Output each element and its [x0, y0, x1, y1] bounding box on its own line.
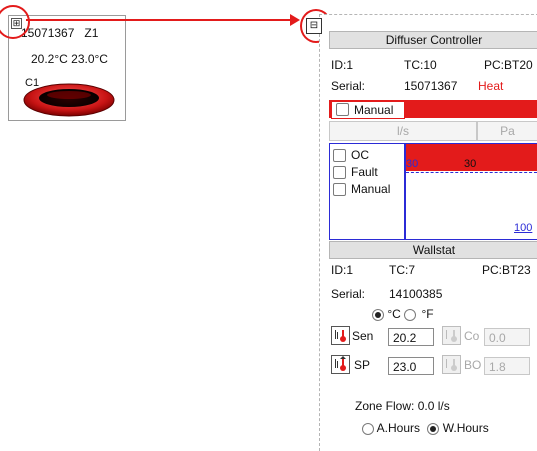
bo-input: 1.8 — [484, 357, 530, 375]
status-flags: OC Fault Manual — [329, 143, 405, 240]
wallstat-tc: TC:7 — [389, 263, 416, 277]
a-hours-label: A.Hours — [376, 421, 421, 435]
oc-checkbox[interactable] — [333, 149, 346, 163]
graph-label-left: 30 — [406, 158, 419, 170]
flag-fault[interactable]: Fault — [333, 165, 378, 180]
zone-flow: Zone Flow: 0.0 l/s — [355, 399, 450, 413]
flag-oc[interactable]: OC — [333, 148, 369, 163]
thermometer-icon[interactable] — [331, 326, 350, 345]
unit-radio-group: °C °F — [372, 307, 434, 321]
hours-radio-group: A.Hours W.Hours — [362, 421, 489, 435]
flag-manual[interactable]: Manual — [333, 182, 390, 197]
manual-checkbox[interactable] — [336, 103, 349, 117]
manual-toggle[interactable]: Manual — [331, 101, 405, 119]
diffuser-serial: 15071367 — [404, 79, 458, 93]
diffuser-id: ID:1 — [331, 58, 354, 72]
setpoint-icon[interactable] — [331, 355, 350, 374]
wallstat-id: ID:1 — [331, 263, 354, 277]
bo-label: BO — [464, 358, 482, 372]
w-hours-label: W.Hours — [442, 421, 489, 435]
diffuser-serial-label: Serial: — [331, 79, 366, 93]
unit-pa-button[interactable]: Pa — [477, 121, 537, 141]
diffuser-disc-icon — [23, 83, 115, 117]
sp-label: SP — [354, 358, 371, 372]
wallstat-serial-label: Serial: — [331, 287, 366, 301]
manual-label: Manual — [354, 102, 394, 117]
graph-label-mid: 30 — [464, 158, 477, 170]
airflow-graph: 30 30 100 — [405, 143, 537, 240]
collapse-icon[interactable]: ⊟ — [306, 18, 322, 34]
sen-label: Sen — [352, 329, 374, 343]
wallstat-serial: 14100385 — [389, 287, 443, 301]
w-hours-radio[interactable] — [427, 422, 440, 435]
wallstat-pc: PC:BT23 — [482, 263, 531, 277]
sen-input[interactable]: 20.2 — [388, 328, 434, 346]
sp-input[interactable]: 23.0 — [388, 357, 434, 375]
manual-flag-checkbox[interactable] — [333, 183, 346, 197]
fault-checkbox[interactable] — [333, 166, 346, 180]
unit-ls-button[interactable]: l/s — [329, 121, 477, 141]
celsius-radio[interactable] — [372, 308, 384, 321]
graph-label-bottom: 100 — [514, 222, 533, 234]
bo-setpoint-icon — [442, 355, 461, 374]
diffuser-pc: PC:BT20 — [484, 58, 533, 72]
fahrenheit-radio[interactable] — [404, 308, 417, 321]
co-input: 0.0 — [484, 328, 530, 346]
celsius-label: °C — [387, 307, 401, 321]
setpoint-line — [406, 172, 537, 173]
fahrenheit-label: °F — [421, 307, 434, 321]
wallstat-header[interactable]: Wallstat — [329, 241, 537, 259]
co-thermometer-icon — [442, 326, 461, 345]
a-hours-radio[interactable] — [362, 422, 374, 435]
diffuser-controller-header[interactable]: Diffuser Controller — [329, 31, 537, 49]
diffuser-tc: TC:10 — [404, 58, 437, 72]
co-label: Co — [464, 329, 480, 343]
diffuser-state: Heat — [478, 79, 504, 93]
